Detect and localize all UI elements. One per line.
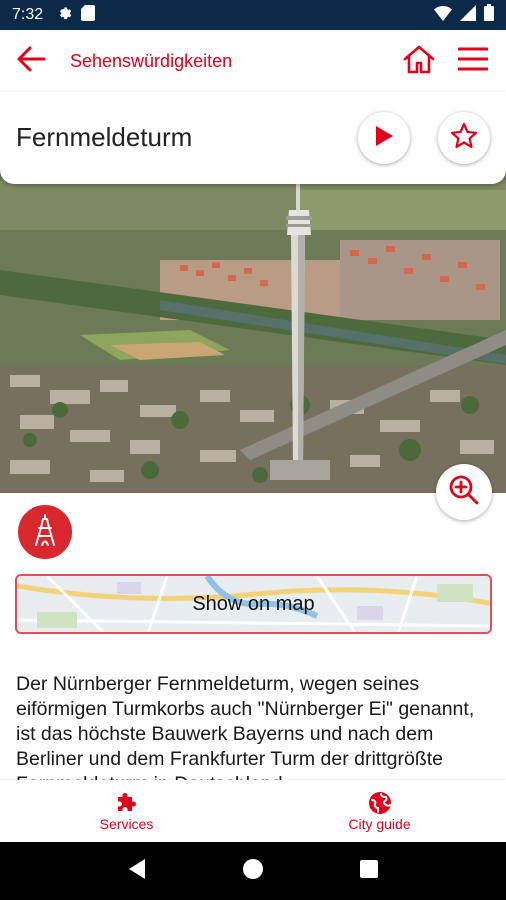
status-time: 7:32 xyxy=(12,6,44,23)
back-triangle-icon[interactable] xyxy=(127,858,147,885)
system-navigation-bar xyxy=(0,842,506,900)
arrow-left-icon xyxy=(16,46,46,77)
back-button[interactable] xyxy=(0,30,62,92)
favorite-button[interactable] xyxy=(438,112,490,164)
status-icons-left xyxy=(57,4,96,26)
recents-square-icon[interactable] xyxy=(359,859,379,884)
status-icons-right xyxy=(434,4,494,26)
app-bar-title: Sehenswürdigkeiten xyxy=(70,50,233,71)
status-bar: 7:32 xyxy=(0,0,506,30)
zoom-photo-button[interactable] xyxy=(436,464,492,520)
star-outline-icon xyxy=(450,122,478,154)
signal-icon xyxy=(460,4,476,26)
home-circle-icon[interactable] xyxy=(242,858,264,885)
bottom-navigation: Services City guide xyxy=(0,780,506,842)
battery-icon xyxy=(484,4,494,26)
play-audio-button[interactable] xyxy=(358,112,410,164)
eiffel-tower-icon xyxy=(32,513,58,551)
zoom-in-icon xyxy=(448,474,480,511)
home-icon xyxy=(403,44,435,79)
show-on-map-label: Show on map xyxy=(192,592,315,615)
nav-city-guide[interactable]: City guide xyxy=(253,780,506,842)
title-card: Fernmeldeturm xyxy=(0,92,506,184)
show-on-map-button[interactable]: Show on map xyxy=(15,574,492,634)
app-bar: Sehenswürdigkeiten xyxy=(0,30,506,92)
hamburger-menu-icon xyxy=(457,46,489,77)
play-icon xyxy=(374,125,394,152)
nav-services-label: Services xyxy=(99,816,154,832)
place-photo xyxy=(0,150,506,493)
nav-services[interactable]: Services xyxy=(0,780,253,842)
place-title: Fernmeldeturm xyxy=(16,122,193,152)
puzzle-icon xyxy=(115,790,139,816)
screen: 7:32 Sehenswürdigkeiten Fernmeldeturm Sh… xyxy=(0,0,506,900)
wifi-icon xyxy=(434,5,452,26)
sim-card-icon xyxy=(81,4,96,26)
home-button[interactable] xyxy=(398,40,440,82)
category-badge xyxy=(18,505,72,559)
globe-icon xyxy=(368,790,392,816)
gear-icon xyxy=(57,5,73,26)
place-description: Der Nürnberger Fernmeldeturm, wegen sein… xyxy=(16,673,475,780)
nav-city-guide-label: City guide xyxy=(348,816,411,832)
menu-button[interactable] xyxy=(452,40,494,82)
